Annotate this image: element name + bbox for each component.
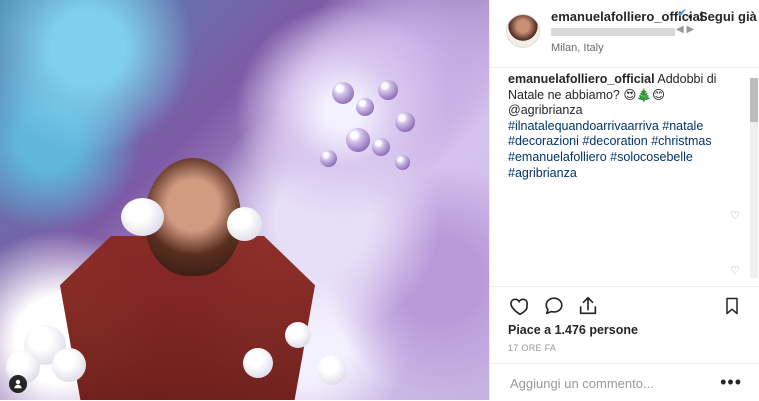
- ornament: [332, 82, 354, 104]
- hashtag-link[interactable]: #christmas: [651, 134, 711, 148]
- comment-box: •••: [490, 363, 759, 401]
- ornament: [346, 128, 370, 152]
- likes-count[interactable]: Piace a 1.476 persone: [508, 323, 638, 337]
- comment-like-heart-icon[interactable]: ♡: [730, 264, 740, 277]
- more-icon[interactable]: •••: [720, 372, 742, 393]
- hashtag-link[interactable]: #decoration: [582, 134, 647, 148]
- pompom-right: [227, 207, 262, 241]
- speech-bubble-icon[interactable]: [542, 294, 566, 318]
- scrollbar-thumb[interactable]: [750, 78, 758, 122]
- hashtag-link[interactable]: #agribrianza: [508, 166, 577, 180]
- ornament: [395, 155, 410, 170]
- user-tag-icon[interactable]: [9, 375, 27, 393]
- ornament: [320, 150, 337, 167]
- comment-like-heart-icon[interactable]: ♡: [730, 209, 740, 222]
- snowball: [317, 355, 347, 385]
- comments-area: emanuelafolliero_official Addobbi di Nat…: [490, 68, 759, 287]
- ornament: [372, 138, 390, 156]
- ornament: [356, 98, 374, 116]
- comment-input[interactable]: [508, 373, 722, 393]
- share-icon[interactable]: [576, 294, 600, 318]
- location-link[interactable]: Milan, Italy: [551, 42, 604, 54]
- heart-icon[interactable]: [508, 294, 532, 318]
- post-actions: [508, 294, 743, 318]
- snowball: [52, 348, 86, 382]
- ornament: [378, 80, 398, 100]
- location-scrollbar[interactable]: [551, 28, 675, 36]
- snowball: [243, 348, 273, 378]
- post-image[interactable]: [0, 0, 489, 400]
- post-sidebar: emanuelafolliero_official ✔ • Segui già …: [489, 0, 759, 400]
- avatar[interactable]: [506, 14, 540, 48]
- caption-username[interactable]: emanuelafolliero_official: [508, 72, 655, 86]
- comments-scrollbar[interactable]: [750, 78, 758, 278]
- ornament: [395, 112, 415, 132]
- verified-icon: ✔: [677, 6, 688, 20]
- hashtag-link[interactable]: #decorazioni: [508, 134, 579, 148]
- bookmark-icon[interactable]: [720, 294, 744, 318]
- scroll-arrows-icon[interactable]: ◀ ▶: [676, 24, 694, 35]
- hashtag-link[interactable]: #solocosebelle: [610, 150, 693, 164]
- hashtag-link[interactable]: #natale: [662, 119, 703, 133]
- separator-dot: •: [688, 9, 693, 24]
- pompom-left: [121, 198, 164, 236]
- hashtag-link[interactable]: #emanuelafolliero: [508, 150, 607, 164]
- post-timestamp: 17 ORE FA: [508, 343, 557, 353]
- snowball: [285, 322, 311, 348]
- post-caption: emanuelafolliero_official Addobbi di Nat…: [508, 72, 736, 181]
- post-header: emanuelafolliero_official ✔ • Segui già …: [490, 0, 759, 68]
- follow-button[interactable]: Segui già: [699, 9, 757, 24]
- hashtag-link[interactable]: #ilnatalequandoarrivaarriva: [508, 119, 659, 133]
